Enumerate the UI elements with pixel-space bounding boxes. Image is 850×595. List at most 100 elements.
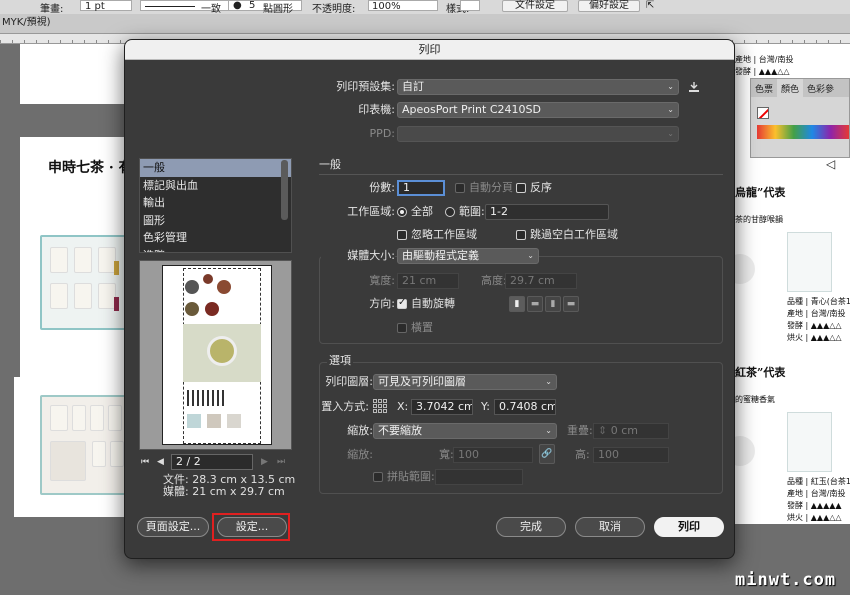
- document-tab[interactable]: MYK/預視): [0, 14, 850, 34]
- print-dialog: 列印 列印預設集: 自訂 ⌄ 印表機: ApeosPort Print C2410…: [124, 39, 735, 559]
- media-size-select[interactable]: 由驅動程式定義 ⌄: [397, 248, 539, 264]
- right-info: 烘火 | ▲▲▲△△: [787, 513, 842, 522]
- tile-range-input[interactable]: [435, 469, 523, 485]
- tab-color-guide[interactable]: 色彩參: [803, 79, 838, 97]
- style-swatch[interactable]: [460, 0, 480, 11]
- height-input[interactable]: 29.7 cm: [505, 273, 577, 289]
- copies-input[interactable]: 1: [397, 180, 445, 196]
- placement-grid-icon[interactable]: [373, 399, 387, 413]
- category-item-marks-bleed[interactable]: 標記與出血: [140, 177, 291, 195]
- collate-checkbox[interactable]: [455, 183, 465, 193]
- none-swatch-icon[interactable]: [757, 107, 769, 119]
- document-setup-button[interactable]: 文件設定: [502, 0, 568, 12]
- width-input[interactable]: 21 cm: [397, 273, 459, 289]
- color-spectrum[interactable]: [757, 125, 849, 139]
- preferences-button[interactable]: 偏好設定: [578, 0, 640, 12]
- print-preview[interactable]: [139, 260, 292, 450]
- preview-thumb: [185, 280, 199, 294]
- preview-teacup: [207, 336, 237, 366]
- category-list-scrollbar[interactable]: [281, 160, 288, 220]
- landscape-icon[interactable]: ▬: [527, 296, 543, 312]
- setup-button-highlight: [212, 513, 290, 541]
- auto-rotate-checkbox[interactable]: [397, 297, 407, 309]
- transverse-checkbox[interactable]: [397, 323, 407, 333]
- next-page-icon[interactable]: ▶: [261, 454, 268, 470]
- opacity-value: 100%: [372, 1, 401, 12]
- prev-page-icon[interactable]: ◀: [157, 454, 164, 470]
- flipped-portrait-icon[interactable]: ▮: [545, 296, 561, 312]
- flipped-landscape-icon[interactable]: ▬: [563, 296, 579, 312]
- category-item-graphics[interactable]: 圖形: [140, 212, 291, 230]
- scale-height-input[interactable]: 100: [593, 447, 669, 463]
- opacity-field[interactable]: 100%: [368, 0, 438, 12]
- last-page-icon[interactable]: ⏭: [277, 454, 285, 470]
- save-preset-icon[interactable]: [687, 80, 701, 94]
- control-bar: 筆畫: 1 pt 一致 ● 5 點圓形 不透明度: 100% 樣式: 文件設定 …: [0, 0, 850, 14]
- x-label: X:: [397, 400, 409, 413]
- x-input[interactable]: 3.7042 cm: [411, 399, 473, 415]
- right-product-2: [787, 412, 832, 472]
- stroke-label: 筆畫:: [40, 4, 64, 14]
- print-layers-select[interactable]: 可見及可列印圖層 ⌄: [373, 374, 557, 390]
- tea-package: [92, 441, 106, 467]
- cancel-button[interactable]: 取消: [575, 517, 645, 537]
- ignore-artboards-label: 忽略工作區域: [411, 228, 477, 241]
- portrait-icon[interactable]: ▮: [509, 296, 525, 312]
- overlap-value: 0 cm: [610, 424, 638, 437]
- scaling-select[interactable]: 不要縮放 ⌄: [373, 423, 557, 439]
- product-image-2: [40, 395, 135, 495]
- chevron-down-icon: ⌄: [527, 251, 534, 260]
- preview-thumb: [217, 280, 231, 294]
- tab-color[interactable]: 顏色: [777, 79, 804, 97]
- brush-select[interactable]: ● 5 點圓形: [228, 0, 302, 14]
- preset-select[interactable]: 自訂 ⌄: [397, 79, 679, 95]
- y-input[interactable]: 0.7408 cm: [494, 399, 556, 415]
- brush-size: 5: [249, 0, 256, 11]
- overlap-input[interactable]: ⇕ 0 cm: [593, 423, 669, 439]
- scale-width-input[interactable]: 100: [453, 447, 533, 463]
- printer-label: 印表機:: [358, 103, 395, 116]
- skip-blank-checkbox[interactable]: [516, 230, 526, 240]
- cursor-icon: ◁: [826, 157, 836, 171]
- watermark: minwt.com: [735, 570, 837, 590]
- range-all-radio[interactable]: [397, 207, 407, 217]
- right-info: 發酵 | ▲▲▲▲▲: [787, 501, 842, 510]
- scale-label: 縮放:: [347, 448, 373, 461]
- category-item-output[interactable]: 輸出: [140, 194, 291, 212]
- auto-rotate-label: 自動旋轉: [411, 297, 455, 310]
- transverse-label: 橫置: [411, 321, 433, 334]
- artboard-top: [20, 44, 135, 104]
- printer-select[interactable]: ApeosPort Print C2410SD ⌄: [397, 102, 679, 118]
- stroke-weight-field[interactable]: 1 pt: [80, 0, 132, 12]
- category-item-general[interactable]: 一般: [140, 159, 291, 177]
- scale-width-label: 寬:: [439, 448, 454, 461]
- copies-label: 份數:: [369, 181, 395, 194]
- scale-height-label: 高:: [575, 448, 590, 461]
- preview-photo: [183, 324, 261, 382]
- category-list[interactable]: 一般 標記與出血 輸出 圖形 色彩管理 進階: [139, 158, 292, 253]
- preview-paper: [162, 265, 272, 445]
- range-custom-label: 範圍:: [459, 205, 485, 218]
- tile-range-checkbox[interactable]: [373, 472, 383, 482]
- arrange-icon[interactable]: ⇱: [646, 0, 654, 11]
- reverse-order-checkbox[interactable]: [516, 183, 526, 193]
- print-button[interactable]: 列印: [654, 517, 724, 537]
- range-custom-radio[interactable]: [445, 207, 455, 217]
- link-proportions-icon[interactable]: 🔗: [539, 444, 555, 464]
- right-info: 發酵 | ▲▲▲△△: [787, 321, 842, 330]
- tile-range-label: 拼貼範圍:: [387, 470, 435, 483]
- stroke-weight-value: 1 pt: [85, 1, 105, 12]
- dialog-title: 列印: [125, 40, 734, 60]
- tea-accent: [114, 297, 119, 311]
- page-number-field[interactable]: 2 / 2: [171, 454, 253, 470]
- done-button[interactable]: 完成: [496, 517, 566, 537]
- page-setup-button[interactable]: 頁面設定...: [137, 517, 209, 537]
- ignore-artboards-checkbox[interactable]: [397, 230, 407, 240]
- category-item-advanced[interactable]: 進階: [140, 247, 291, 253]
- category-item-color-management[interactable]: 色彩管理: [140, 229, 291, 247]
- line-style-select[interactable]: 一致: [140, 0, 240, 14]
- ppd-select[interactable]: ⌄: [397, 126, 679, 142]
- first-page-icon[interactable]: ⏮: [141, 454, 149, 470]
- range-input[interactable]: 1-2: [485, 204, 609, 220]
- tab-swatches[interactable]: 色票: [751, 79, 777, 97]
